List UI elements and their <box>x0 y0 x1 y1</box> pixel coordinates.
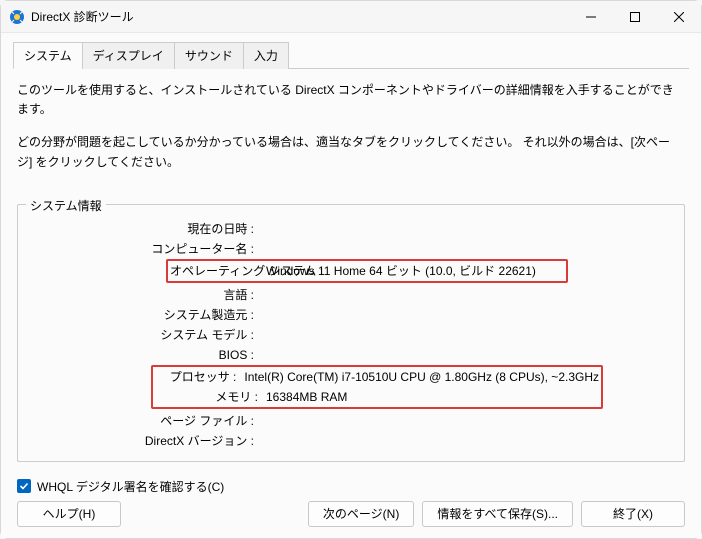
value-bios <box>258 345 674 365</box>
close-button[interactable] <box>657 1 701 33</box>
row-datetime: 現在の日時 : <box>28 219 674 239</box>
save-all-button[interactable]: 情報をすべて保存(S)... <box>422 501 573 527</box>
label-directx-version: DirectX バージョン : <box>28 431 258 451</box>
minimize-button[interactable] <box>569 1 613 33</box>
exit-button[interactable]: 終了(X) <box>581 501 685 527</box>
value-os: Windows 11 Home 64 ビット (10.0, ビルド 22621) <box>262 261 564 281</box>
system-info-group: システム情報 現在の日時 : コンピューター名 : オペレーティング システム … <box>17 204 685 462</box>
label-pagefile: ページ ファイル : <box>28 411 258 431</box>
value-computer-name <box>258 239 674 259</box>
description-line1: このツールを使用すると、インストールされている DirectX コンポーネントや… <box>17 81 685 119</box>
whql-checkbox-row[interactable]: WHQL デジタル署名を確認する(C) <box>17 478 685 495</box>
label-processor: プロセッサ : <box>155 367 240 387</box>
row-os: オペレーティング システム : Windows 11 Home 64 ビット (… <box>170 261 564 281</box>
label-computer-name: コンピューター名 : <box>28 239 258 259</box>
value-directx-version <box>258 431 674 451</box>
button-bar: ヘルプ(H) 次のページ(N) 情報をすべて保存(S)... 終了(X) <box>13 495 689 527</box>
tab-input[interactable]: 入力 <box>243 42 289 69</box>
tab-system[interactable]: システム <box>13 42 83 69</box>
row-language: 言語 : <box>28 285 674 305</box>
client-area: システム ディスプレイ サウンド 入力 このツールを使用すると、インストールされ… <box>1 33 701 538</box>
window-title: DirectX 診断ツール <box>31 8 569 25</box>
description-line2: どの分野が問題を起こしているか分かっている場合は、適当なタブをクリックしてくださ… <box>17 133 685 171</box>
label-bios: BIOS : <box>28 345 258 365</box>
label-os: オペレーティング システム : <box>170 261 262 281</box>
row-computer-name: コンピューター名 : <box>28 239 674 259</box>
value-model <box>258 325 674 345</box>
highlight-os: オペレーティング システム : Windows 11 Home 64 ビット (… <box>166 259 568 283</box>
next-page-button[interactable]: 次のページ(N) <box>308 501 414 527</box>
value-datetime <box>258 219 674 239</box>
tab-display[interactable]: ディスプレイ <box>82 42 175 69</box>
row-memory: メモリ : 16384MB RAM <box>155 387 599 407</box>
group-title: システム情報 <box>26 197 106 214</box>
maximize-button[interactable] <box>613 1 657 33</box>
row-manufacturer: システム製造元 : <box>28 305 674 325</box>
row-model: システム モデル : <box>28 325 674 345</box>
value-language <box>258 285 674 305</box>
help-button[interactable]: ヘルプ(H) <box>17 501 121 527</box>
row-directx-version: DirectX バージョン : <box>28 431 674 451</box>
info-rows: 現在の日時 : コンピューター名 : オペレーティング システム : Windo… <box>28 219 674 451</box>
tab-bar: システム ディスプレイ サウンド 入力 <box>13 41 689 69</box>
value-memory: 16384MB RAM <box>262 387 599 407</box>
label-datetime: 現在の日時 : <box>28 219 258 239</box>
whql-checkbox-label: WHQL デジタル署名を確認する(C) <box>37 478 224 495</box>
value-pagefile <box>258 411 674 431</box>
label-manufacturer: システム製造元 : <box>28 305 258 325</box>
highlight-cpu-ram: プロセッサ : Intel(R) Core(TM) i7-10510U CPU … <box>151 365 603 409</box>
description: このツールを使用すると、インストールされている DirectX コンポーネントや… <box>17 81 685 186</box>
app-icon <box>9 9 25 25</box>
label-language: 言語 : <box>28 285 258 305</box>
row-pagefile: ページ ファイル : <box>28 411 674 431</box>
row-bios: BIOS : <box>28 345 674 365</box>
row-processor: プロセッサ : Intel(R) Core(TM) i7-10510U CPU … <box>155 367 599 387</box>
label-memory: メモリ : <box>155 387 262 407</box>
titlebar: DirectX 診断ツール <box>1 1 701 33</box>
label-model: システム モデル : <box>28 325 258 345</box>
window-buttons <box>569 1 701 32</box>
checkbox-icon[interactable] <box>17 479 31 493</box>
button-gap <box>129 501 300 527</box>
value-manufacturer <box>258 305 674 325</box>
tab-sound[interactable]: サウンド <box>174 42 244 69</box>
value-processor: Intel(R) Core(TM) i7-10510U CPU @ 1.80GH… <box>240 367 599 387</box>
